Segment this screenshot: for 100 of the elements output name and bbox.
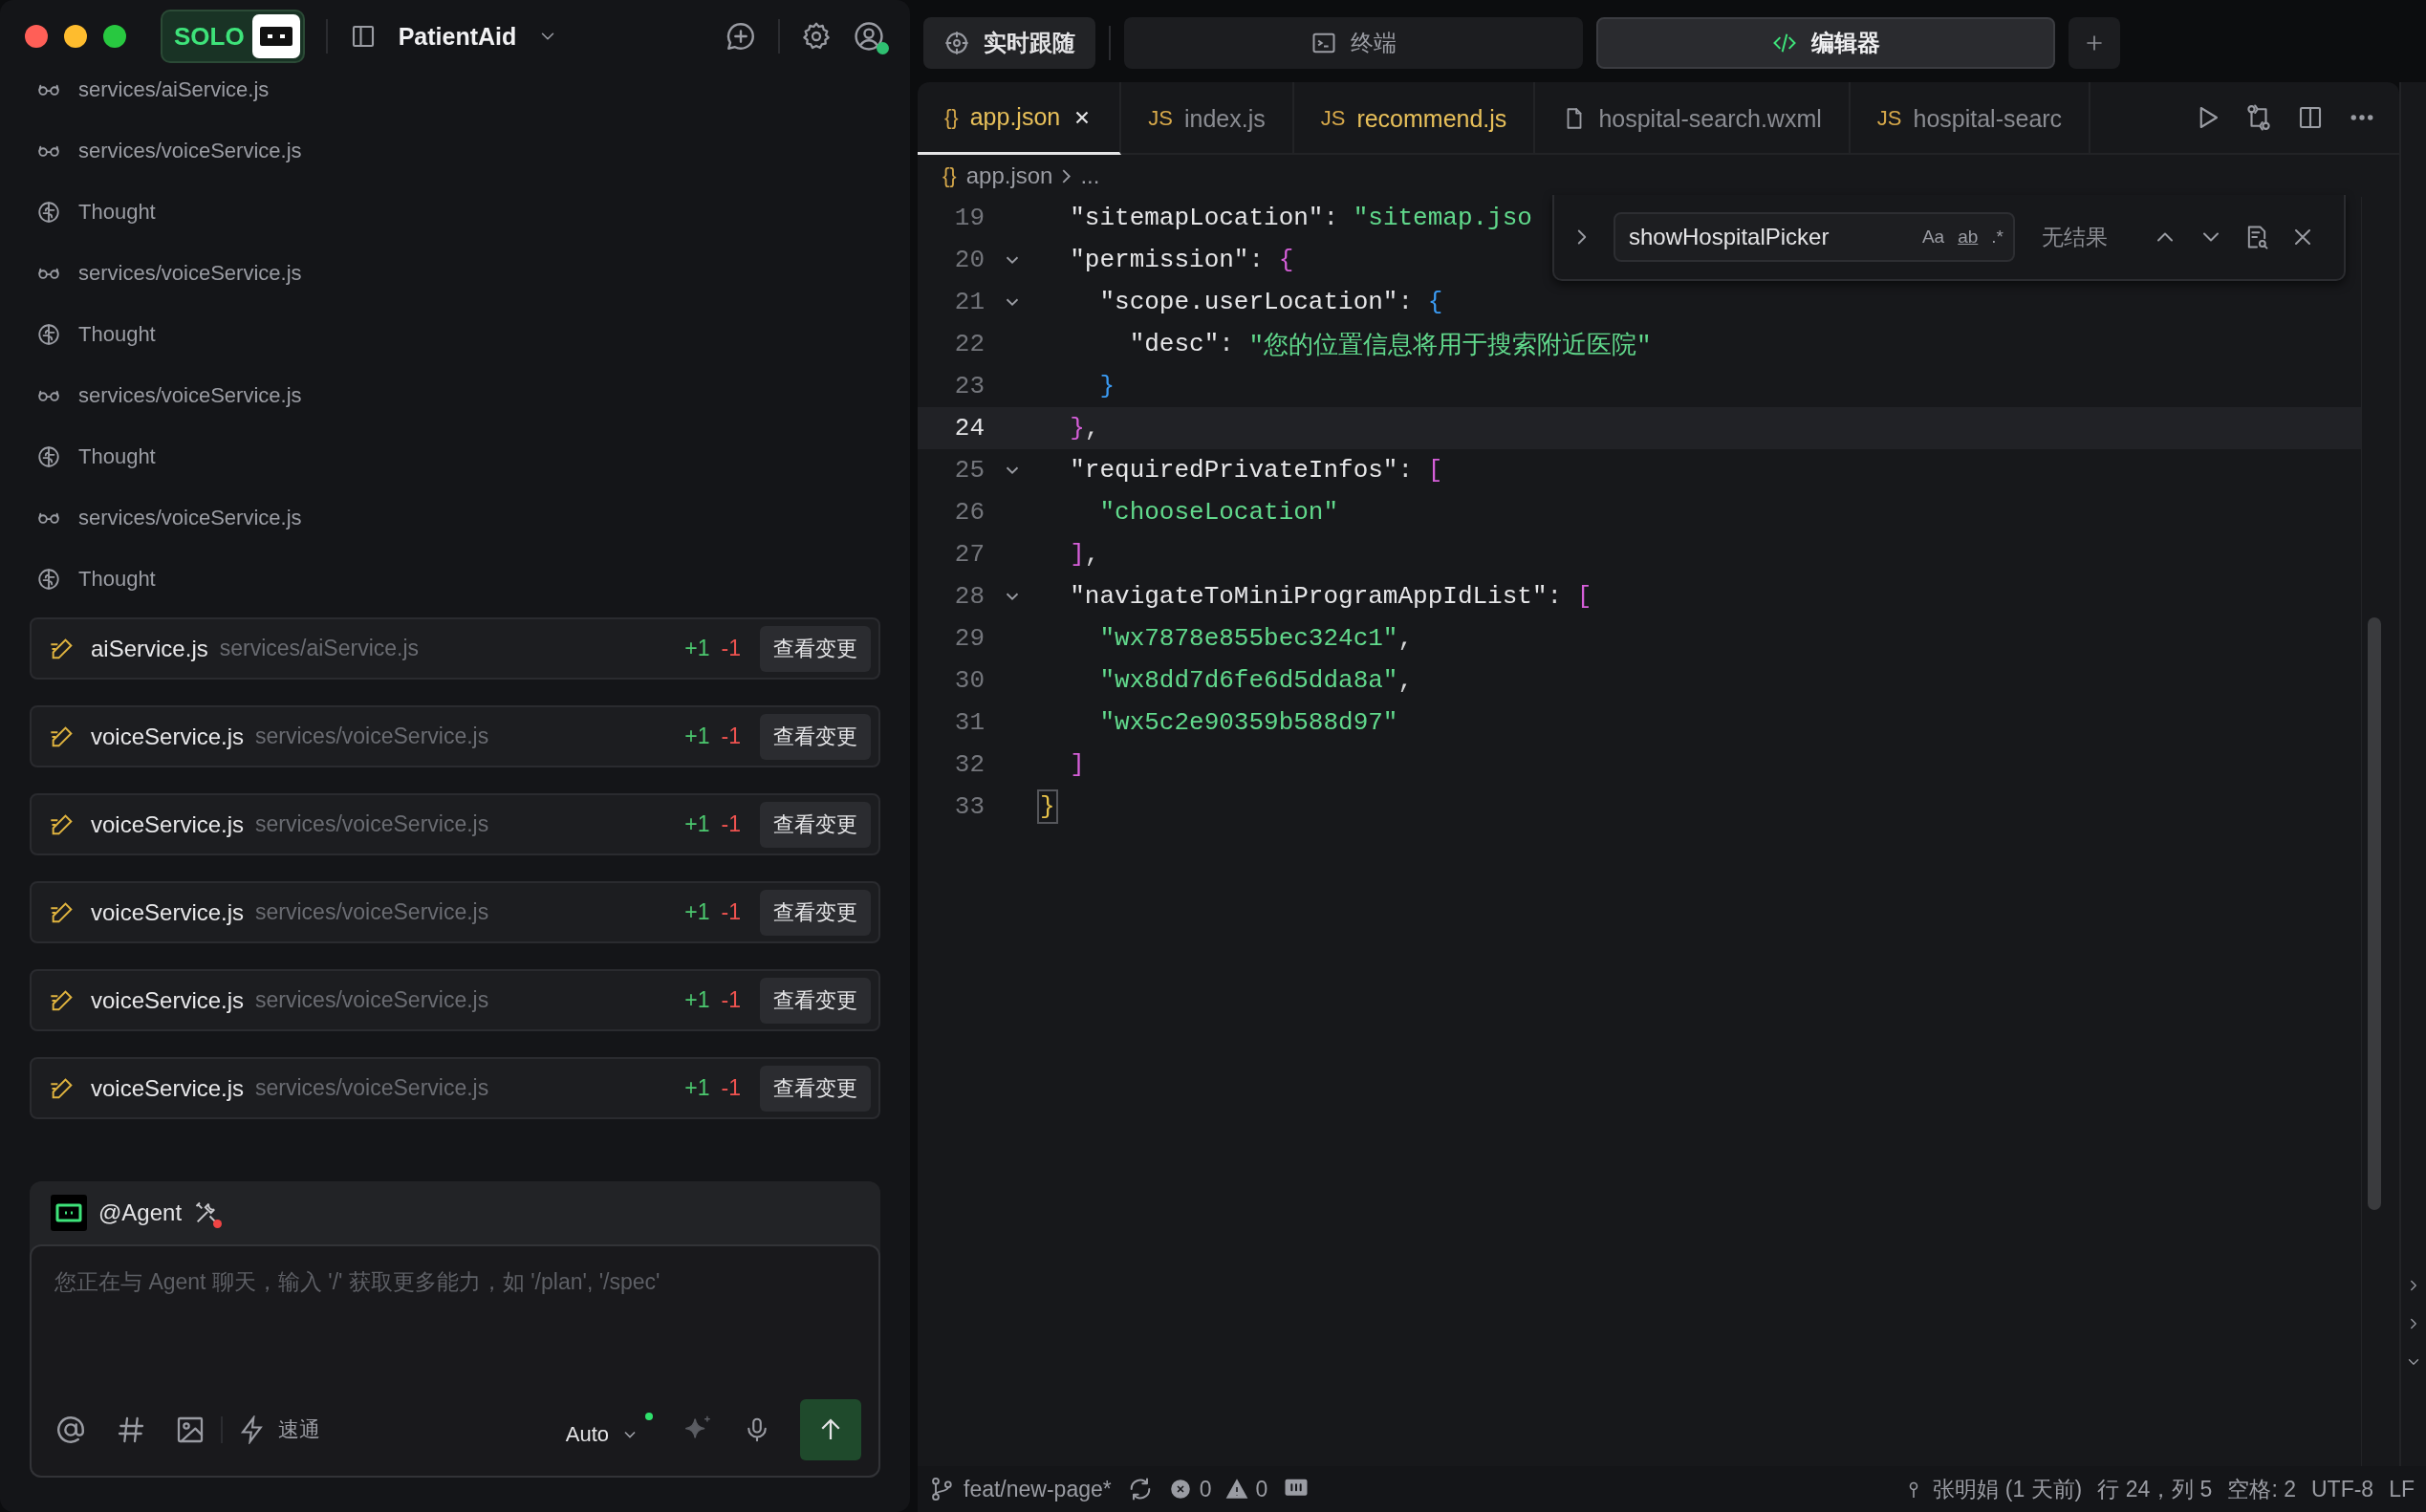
line-number: 23 [953, 372, 985, 400]
file-path: services/voiceService.js [255, 987, 489, 1013]
mention-icon[interactable] [54, 1414, 87, 1446]
added-count: +1 [684, 1075, 710, 1101]
file-path: services/voiceService.js [255, 1075, 489, 1101]
view-changes-button[interactable]: 查看变更 [760, 801, 871, 848]
indent-setting[interactable]: 空格: 2 [2227, 1474, 2296, 1504]
panel-tab[interactable]: 实时跟随 [923, 17, 1095, 69]
find-result: 无结果 [2042, 223, 2108, 251]
code-token: "desc" [1129, 330, 1220, 358]
tools-icon[interactable] [193, 1199, 221, 1226]
activity-text: services/voiceService.js [78, 139, 302, 163]
code-token: } [1040, 792, 1055, 821]
editor-tab[interactable]: JS recommend.js [1293, 82, 1536, 155]
code-token: ] [1070, 750, 1085, 779]
branch-indicator[interactable]: feat/new-page* [929, 1476, 1112, 1502]
code-token: "wx8dd7d6fe6d5dda8a" [1099, 666, 1398, 695]
chat-input[interactable]: 您正在与 Agent 聊天，输入 '/' 获取更多能力，如 '/plan', '/spec' 速通 Auto [30, 1244, 880, 1478]
editor-tab[interactable]: JS index.js [1121, 82, 1294, 155]
code-token: : [1219, 330, 1235, 358]
code-token: { [1278, 246, 1294, 274]
view-changes-button[interactable]: 查看变更 [760, 889, 871, 936]
scrollbar-thumb[interactable] [2368, 617, 2381, 1210]
added-count: +1 [684, 899, 710, 925]
removed-count: -1 [721, 987, 741, 1013]
file-path: services/aiService.js [219, 636, 420, 661]
breadcrumb-item[interactable]: app.json [965, 162, 1053, 189]
line-number: 31 [953, 708, 985, 737]
code-token: "scope.userLocation" [1099, 288, 1398, 316]
view-changes-button[interactable]: 查看变更 [760, 713, 871, 760]
file-type-icon: JS [1148, 106, 1173, 131]
line-number: 24 [953, 414, 985, 443]
view-changes-button[interactable]: 查看变更 [760, 977, 871, 1024]
code-token: : [1397, 288, 1415, 316]
file-path: services/voiceService.js [255, 899, 489, 925]
code-token: , [1084, 414, 1100, 443]
activity-text: Thought [78, 322, 156, 347]
editor-tab[interactable]: {} app.json [918, 82, 1122, 155]
code-token: : [1248, 246, 1266, 274]
removed-count: -1 [721, 636, 741, 661]
mode-selector[interactable]: 速通 [238, 1415, 320, 1444]
code-token: [ [1427, 456, 1443, 485]
agent-mention[interactable]: @Agent [98, 1199, 183, 1226]
target-icon [943, 30, 970, 56]
added-count: +1 [684, 811, 710, 837]
editor-tab[interactable]: hospital-search.wxml [1535, 82, 1851, 155]
new-chat-icon[interactable] [725, 20, 757, 53]
send-button[interactable] [800, 1399, 861, 1460]
find-field[interactable]: showHospitalPicker Aa ab .* [1614, 212, 2015, 262]
activity-text: services/voiceService.js [78, 261, 302, 286]
code-token: : [1547, 582, 1564, 611]
minimize-window-button[interactable] [64, 25, 87, 48]
view-changes-button[interactable]: 查看变更 [760, 625, 871, 672]
code-token: "chooseLocation" [1099, 498, 1339, 527]
image-icon[interactable] [175, 1415, 206, 1445]
line-number: 26 [953, 498, 985, 527]
problems-indicator[interactable]: 0 0 [1168, 1476, 1268, 1502]
panel-tab[interactable]: 终端 [1124, 17, 1583, 69]
line-number: 27 [953, 540, 985, 569]
code-token: , [1397, 624, 1414, 653]
code-token: "permission" [1070, 246, 1249, 274]
find-option-toggle[interactable]: .* [1991, 227, 2004, 248]
added-count: +1 [684, 724, 710, 749]
line-number: 33 [953, 792, 985, 821]
settings-icon[interactable] [801, 21, 832, 52]
robot-face-icon [258, 25, 293, 48]
breadcrumb-item[interactable]: ... [1080, 162, 1100, 189]
panel-tab[interactable]: 编辑器 [1596, 17, 2055, 69]
view-changes-button[interactable]: 查看变更 [760, 1065, 871, 1112]
encoding-setting[interactable]: UTF-8 [2311, 1476, 2374, 1502]
project-name[interactable]: PatientAid [398, 22, 517, 51]
cursor-position[interactable]: 行 24，列 5 [2097, 1474, 2213, 1504]
hashtag-icon[interactable] [116, 1415, 146, 1445]
find-option-toggle[interactable]: ab [1958, 227, 1979, 248]
file-type-icon: {} [944, 104, 959, 130]
compare-icon[interactable] [2244, 103, 2273, 132]
file-type-icon: JS [1876, 106, 1902, 131]
removed-count: -1 [721, 1075, 741, 1101]
added-count: +1 [684, 636, 710, 661]
zoom-window-button[interactable] [103, 25, 126, 48]
code-token: "sitemapLocation" [1070, 204, 1324, 232]
code-token: , [1397, 666, 1414, 695]
removed-count: -1 [721, 899, 741, 925]
close-window-button[interactable] [25, 25, 48, 48]
code-token: : [1397, 456, 1415, 485]
activity-text: Thought [78, 200, 156, 225]
blame-indicator[interactable]: 张明娟 (1 天前) [1902, 1474, 2083, 1504]
file-name: voiceService.js [91, 986, 245, 1014]
line-number: 19 [953, 204, 985, 232]
status-dot [645, 1413, 653, 1420]
find-option-toggle[interactable]: Aa [1921, 227, 1945, 248]
line-number: 20 [953, 246, 985, 274]
editor-tab[interactable]: JS hospital-searc [1850, 82, 2091, 155]
added-count: +1 [684, 987, 710, 1013]
solo-mode-toggle[interactable]: SOLO [161, 10, 305, 63]
file-type-icon: JS [1320, 106, 1346, 131]
code-token: "requiredPrivateInfos" [1070, 456, 1398, 485]
line-ending-setting[interactable]: LF [2389, 1476, 2415, 1502]
warning-icon [1224, 1478, 1248, 1501]
model-selector[interactable]: Auto [565, 1413, 653, 1447]
